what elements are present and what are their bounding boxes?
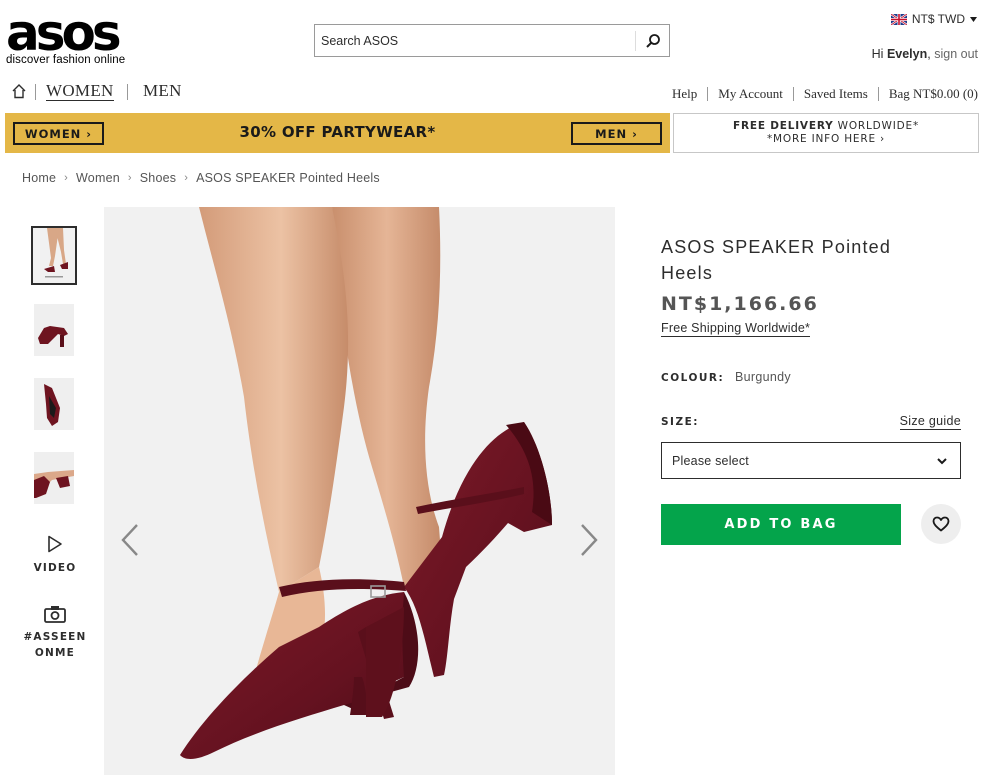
sign-out-link[interactable]: sign out xyxy=(934,47,978,61)
breadcrumb-women[interactable]: Women xyxy=(76,171,120,185)
nav-women[interactable]: WOMEN xyxy=(46,81,114,101)
breadcrumb-shoes[interactable]: Shoes xyxy=(140,171,176,185)
home-icon[interactable] xyxy=(11,83,27,99)
util-divider xyxy=(877,87,879,101)
currency-selector[interactable]: NT$ TWD xyxy=(890,12,977,26)
chevron-left-icon[interactable] xyxy=(119,523,141,557)
breadcrumb-current: ASOS SPEAKER Pointed Heels xyxy=(196,171,380,185)
asseen-label-line2: ONME xyxy=(34,647,76,659)
play-icon xyxy=(48,535,62,553)
uk-flag-icon xyxy=(890,13,907,25)
delivery-rest: WORLDWIDE* xyxy=(833,120,920,132)
asseen-label-line1: #ASSEEN xyxy=(23,631,87,643)
free-delivery-banner[interactable]: FREE DELIVERY WORLDWIDE* *MORE INFO HERE… xyxy=(673,113,979,153)
thumbnail-image xyxy=(34,378,74,430)
nav-divider xyxy=(127,84,128,100)
bag-link[interactable]: Bag NT$0.00 (0) xyxy=(889,86,978,102)
video-label: VIDEO xyxy=(33,562,77,574)
colour-value: Burgundy xyxy=(735,370,791,384)
currency-label: NT$ TWD xyxy=(911,12,965,26)
chevron-down-icon xyxy=(937,458,947,465)
greeting-prefix: Hi xyxy=(871,47,887,61)
utility-links: Help My Account Saved Items Bag NT$0.00 … xyxy=(672,86,978,102)
nav-divider xyxy=(35,84,36,100)
chevron-right-icon[interactable] xyxy=(578,523,600,557)
heart-icon xyxy=(932,516,950,532)
delivery-headline: FREE DELIVERY WORLDWIDE* xyxy=(674,120,978,133)
asos-logo[interactable]: asos discover fashion online xyxy=(6,4,136,66)
search-divider xyxy=(635,31,636,51)
util-divider xyxy=(707,87,709,101)
promo-banner: WOMEN › 30% OFF PARTYWEAR* MEN › xyxy=(5,113,670,153)
save-for-later-button[interactable] xyxy=(921,504,961,544)
video-button[interactable]: VIDEO xyxy=(18,535,92,574)
colour-label: COLOUR: xyxy=(661,372,725,384)
breadcrumb-separator: › xyxy=(184,172,189,184)
breadcrumb-separator: › xyxy=(127,172,132,184)
thumbnail-image xyxy=(34,452,74,504)
thumbnail-2[interactable] xyxy=(34,304,74,356)
greeting-comma: , xyxy=(927,47,931,61)
nav-men[interactable]: MEN xyxy=(143,81,182,101)
promo-men-button[interactable]: MEN › xyxy=(571,122,662,145)
delivery-more-info: *MORE INFO HERE › xyxy=(766,133,886,145)
help-link[interactable]: Help xyxy=(672,86,697,102)
camera-icon xyxy=(44,606,66,623)
main-product-image[interactable] xyxy=(104,207,615,775)
search-icon xyxy=(646,34,660,48)
size-label: SIZE: xyxy=(661,416,699,428)
breadcrumb-separator: › xyxy=(64,172,69,184)
thumbnail-1[interactable] xyxy=(31,226,77,285)
thumbnail-image xyxy=(34,304,74,356)
thumbnail-3[interactable] xyxy=(34,378,74,430)
breadcrumb-home[interactable]: Home xyxy=(22,171,56,185)
asseenonme-button[interactable]: #ASSEEN ONME xyxy=(18,605,92,661)
util-divider xyxy=(792,87,794,101)
search-input[interactable] xyxy=(315,25,635,56)
size-select-value: Please select xyxy=(672,453,749,468)
search-box xyxy=(314,24,670,57)
thumbnail-image xyxy=(33,228,75,283)
saved-items-link[interactable]: Saved Items xyxy=(804,86,868,102)
product-title: ASOS SPEAKER Pointed Heels xyxy=(661,237,892,283)
my-account-link[interactable]: My Account xyxy=(718,86,783,102)
product-price: NT$1,166.66 xyxy=(661,293,819,315)
logo-tagline: discover fashion online xyxy=(6,54,126,66)
thumbnail-4[interactable] xyxy=(34,452,74,504)
size-select[interactable]: Please select xyxy=(661,442,961,479)
breadcrumb: Home › Women › Shoes › ASOS SPEAKER Poin… xyxy=(22,171,380,185)
search-button[interactable] xyxy=(639,27,667,55)
add-to-bag-button[interactable]: ADD TO BAG xyxy=(661,504,901,545)
delivery-bold: FREE DELIVERY xyxy=(732,120,834,132)
caret-down-icon xyxy=(970,16,977,22)
logo-wordmark: asos xyxy=(6,4,122,62)
size-guide-link[interactable]: Size guide xyxy=(899,414,961,430)
product-photo xyxy=(104,207,615,775)
free-shipping-link[interactable]: Free Shipping Worldwide* xyxy=(661,320,811,337)
user-greeting: Hi Evelyn, sign out xyxy=(872,47,978,61)
user-name: Evelyn xyxy=(886,47,928,61)
